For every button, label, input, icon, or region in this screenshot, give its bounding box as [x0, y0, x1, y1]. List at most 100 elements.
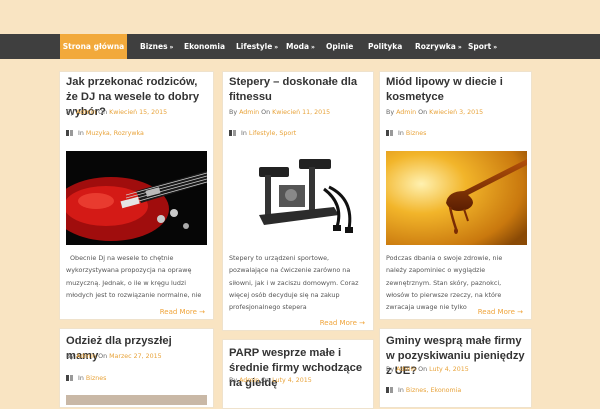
post-author[interactable]: Admin [76, 109, 96, 116]
post-author[interactable]: Admin [396, 109, 416, 116]
post-meta: By Admin On Marzec 27, 2015 [66, 353, 209, 360]
meta-by: By [66, 353, 75, 360]
meta-in: In [78, 375, 84, 382]
post-card: Jak przekonać rodziców, że DJ na wesele … [59, 71, 214, 320]
category-icon-part [70, 130, 73, 136]
post-author[interactable]: Admin [396, 366, 416, 373]
meta-by: By [386, 366, 395, 373]
nav-item-sport[interactable]: Sport» [468, 34, 497, 59]
post-meta: By Admin On Luty 4, 2015 [386, 366, 527, 373]
post-meta: By Admin On Kwiecień 3, 2015 [386, 109, 527, 116]
post-categories: In Biznes [386, 130, 527, 137]
post-card: Gminy wesprą małe firmy w pozyskiwaniu p… [379, 328, 532, 408]
meta-in: In [241, 130, 247, 137]
meta-by: By [229, 109, 238, 116]
nav-item-lifestyle[interactable]: Lifestyle» [236, 34, 278, 59]
post-title[interactable]: PARP wesprze małe i średnie firmy wchodz… [229, 346, 367, 391]
category-link[interactable]: Lifestyle [249, 130, 275, 137]
nav-item-ekonomia[interactable]: Ekonomia [184, 34, 225, 59]
category-icon-part [390, 130, 393, 136]
nav-label: Lifestyle [236, 42, 273, 51]
nav-item-moda[interactable]: Moda» [286, 34, 315, 59]
post-card: Stepery – doskonałe dla fitnessu By Admi… [222, 71, 374, 331]
read-more-link[interactable]: Read More → [320, 319, 365, 327]
post-date[interactable]: Kwiecień 3, 2015 [429, 109, 483, 116]
meta-in: In [398, 130, 404, 137]
meta-on: On [418, 366, 428, 373]
nav-label: Ekonomia [184, 42, 226, 51]
category-icon [66, 130, 69, 136]
nav-item-rozrywka[interactable]: Rozrywka» [415, 34, 462, 59]
read-more-link[interactable]: Read More → [160, 308, 205, 316]
post-categories: In Lifestyle, Sport [229, 130, 369, 137]
guitar-image-art [66, 151, 207, 245]
nav-label: Moda [286, 42, 310, 51]
category-icon-part [70, 375, 73, 381]
post-date[interactable]: Luty 4, 2015 [272, 377, 312, 384]
meta-by: By [66, 109, 75, 116]
nav-dropdown-arrow: » [457, 44, 462, 51]
post-author[interactable]: Admin [239, 377, 259, 384]
meta-on: On [418, 109, 428, 116]
category-link[interactable]: Biznes [406, 130, 427, 137]
category-link[interactable]: Muzyka [86, 130, 110, 137]
category-icon [386, 387, 389, 393]
post-title[interactable]: Miód lipowy w diecie i kosmetyce [386, 75, 525, 105]
nav-item-biznes[interactable]: Biznes» [140, 34, 173, 59]
post-categories: In Biznes, Ekonomia [386, 387, 527, 394]
post-categories: In Biznes [66, 375, 209, 382]
nav-label: Sport [468, 42, 492, 51]
post-image[interactable] [66, 395, 207, 405]
post-excerpt: Podczas dbania o swoje zdrowie, nie nale… [386, 254, 503, 312]
post-categories: In Muzyka, Rozrywka [66, 130, 209, 137]
main-nav: Strona główna Biznes» Ekonomia Lifestyle… [0, 34, 600, 59]
post-meta: By Admin On Kwiecień 11, 2015 [229, 109, 369, 116]
meta-on: On [98, 353, 108, 360]
category-icon [229, 130, 232, 136]
honey-image[interactable] [386, 151, 527, 245]
post-date[interactable]: Kwiecień 11, 2015 [272, 109, 330, 116]
meta-on: On [261, 109, 271, 116]
nav-label: Rozrywka [415, 42, 456, 51]
stepper-image[interactable] [229, 149, 369, 241]
post-meta: By Admin On Kwiecień 15, 2015 [66, 109, 209, 116]
post-title[interactable]: Stepery – doskonałe dla fitnessu [229, 75, 367, 105]
honey-image-art [386, 151, 527, 245]
post-date[interactable]: Kwiecień 15, 2015 [109, 109, 167, 116]
category-icon-part [390, 387, 393, 393]
category-link[interactable]: Sport [279, 130, 296, 137]
meta-in: In [398, 387, 404, 394]
nav-label: Opinie [326, 42, 354, 51]
category-link[interactable]: Biznes [86, 375, 107, 382]
nav-item-home[interactable]: Strona główna [60, 34, 127, 59]
nav-dropdown-arrow: » [274, 44, 279, 51]
post-author[interactable]: Admin [76, 353, 96, 360]
post-date[interactable]: Marzec 27, 2015 [109, 353, 162, 360]
nav-item-polityka[interactable]: Polityka [368, 34, 402, 59]
read-more-link[interactable]: Read More → [478, 308, 523, 316]
post-excerpt: Stepery to urządzeni sportowe, pozwalają… [229, 254, 359, 312]
category-icon [66, 375, 69, 381]
nav-label: Polityka [368, 42, 403, 51]
meta-on: On [98, 109, 108, 116]
meta-on: On [261, 377, 271, 384]
post-date[interactable]: Luty 4, 2015 [429, 366, 469, 373]
category-icon-part [233, 130, 236, 136]
post-author[interactable]: Admin [239, 109, 259, 116]
post-meta: By Admin On Luty 4, 2015 [229, 377, 369, 384]
category-link[interactable]: Ekonomia [430, 387, 461, 394]
nav-label: Biznes [140, 42, 168, 51]
category-link[interactable]: Biznes [406, 387, 427, 394]
nav-dropdown-arrow: » [311, 44, 315, 51]
post-card: Odzież dla przyszłej mamy By Admin On Ma… [59, 328, 214, 408]
post-excerpt: Obecnie Dj na wesele to chętnie wykorzys… [66, 254, 202, 299]
meta-by: By [229, 377, 238, 384]
meta-by: By [386, 109, 395, 116]
nav-item-opinie[interactable]: Opinie [326, 34, 353, 59]
guitar-image[interactable] [66, 151, 207, 245]
post-card: Miód lipowy w diecie i kosmetyce By Admi… [379, 71, 532, 320]
nav-label: Strona główna [62, 42, 125, 51]
stepper-image-art [229, 149, 369, 241]
nav-dropdown-arrow: » [493, 44, 498, 51]
category-link[interactable]: Rozrywka [114, 130, 144, 137]
